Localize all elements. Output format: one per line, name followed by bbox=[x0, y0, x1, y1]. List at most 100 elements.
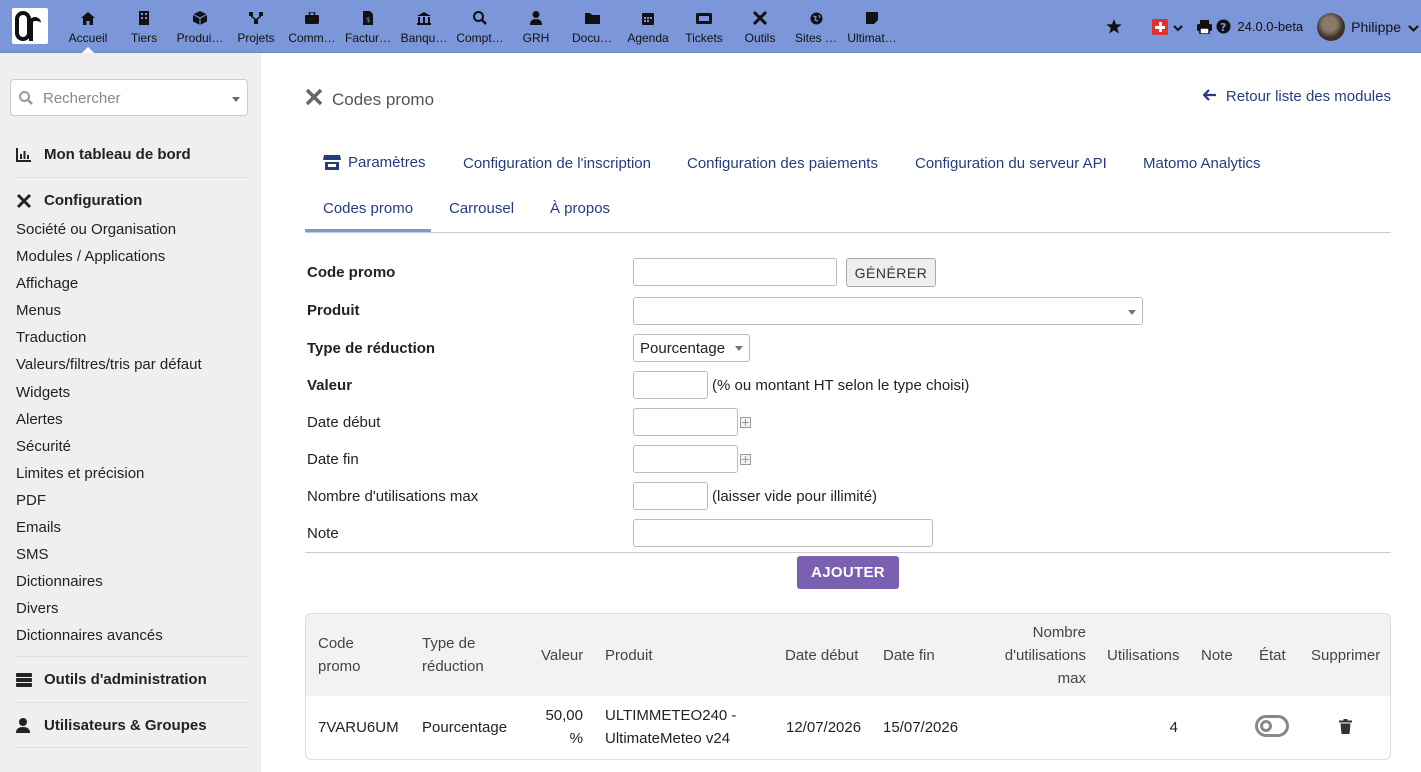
value-input[interactable] bbox=[633, 371, 708, 399]
sitemap-icon bbox=[249, 10, 263, 26]
th-end-date[interactable]: Date fin bbox=[883, 644, 935, 667]
print-icon[interactable] bbox=[1197, 19, 1213, 34]
sidebar-users-groups[interactable]: Utilisateurs & Groupes bbox=[16, 717, 207, 734]
nav-sites[interactable]: Sites … bbox=[788, 0, 844, 53]
sidebar-configuration-label: Configuration bbox=[44, 192, 143, 209]
nav-tickets[interactable]: Tickets bbox=[676, 0, 732, 53]
discount-type-select[interactable]: Pourcentage bbox=[633, 334, 750, 362]
state-toggle[interactable] bbox=[1255, 715, 1289, 737]
tab-config-paiements[interactable]: Configuration des paiements bbox=[687, 155, 878, 172]
cell-product[interactable]: ULTIMMETEO240 - UltimateMeteo v24 bbox=[605, 704, 736, 750]
sidebar-item-traduction[interactable]: Traduction bbox=[16, 329, 86, 346]
sidebar-item-dictionnaires-avances[interactable]: Dictionnaires avancés bbox=[16, 627, 163, 644]
nav-banques[interactable]: Banqu… bbox=[396, 0, 452, 53]
generate-button[interactable]: GÉNÉRER bbox=[846, 258, 936, 287]
top-right-tools: ? 24.0.0-beta Philippe bbox=[1096, 0, 1421, 53]
sidebar-item-securite[interactable]: Sécurité bbox=[16, 438, 71, 455]
sidebar-users-groups-label: Utilisateurs & Groupes bbox=[44, 717, 207, 734]
tab-config-inscription[interactable]: Configuration de l'inscription bbox=[463, 155, 651, 172]
search-dollar-icon bbox=[473, 10, 487, 26]
nav-label: Ultimat… bbox=[847, 31, 897, 45]
app-logo[interactable] bbox=[12, 8, 48, 44]
nav-projets[interactable]: Projets bbox=[228, 0, 284, 53]
trash-icon[interactable] bbox=[1339, 719, 1352, 737]
sidebar-item-divers[interactable]: Divers bbox=[16, 600, 59, 617]
th-state[interactable]: État bbox=[1259, 644, 1286, 667]
th-code[interactable]: Code promo bbox=[318, 632, 361, 678]
nav-label: Docu… bbox=[571, 31, 612, 45]
tab-config-api[interactable]: Configuration du serveur API bbox=[915, 155, 1107, 172]
page-title: Codes promo bbox=[305, 88, 434, 111]
sidebar-item-affichage[interactable]: Affichage bbox=[16, 275, 78, 292]
bank-icon bbox=[417, 10, 431, 26]
nav-outils[interactable]: Outils bbox=[732, 0, 788, 53]
nav-tiers[interactable]: Tiers bbox=[116, 0, 172, 53]
cell-start-date: 12/07/2026 bbox=[786, 719, 862, 736]
code-promo-input[interactable] bbox=[633, 258, 837, 286]
tab-parametres[interactable]: Paramètres bbox=[323, 154, 426, 171]
sidebar-item-alertes[interactable]: Alertes bbox=[16, 411, 63, 428]
tab-matomo[interactable]: Matomo Analytics bbox=[1143, 155, 1261, 172]
language-selector[interactable] bbox=[1152, 18, 1184, 35]
th-uses[interactable]: Utilisations bbox=[1107, 644, 1180, 667]
nav-accueil[interactable]: Accueil bbox=[60, 0, 116, 53]
th-product[interactable]: Produit bbox=[605, 644, 653, 667]
value-label: Valeur bbox=[307, 377, 353, 394]
sidebar-item-sms[interactable]: SMS bbox=[16, 546, 49, 563]
sidebar-item-emails[interactable]: Emails bbox=[16, 519, 61, 536]
sidebar-admin-tools[interactable]: Outils d'administration bbox=[16, 671, 207, 688]
sidebar-item-modules[interactable]: Modules / Applications bbox=[16, 248, 165, 265]
nav-produits[interactable]: Produi… bbox=[172, 0, 228, 53]
user-name[interactable]: Philippe bbox=[1351, 19, 1401, 35]
avatar[interactable] bbox=[1317, 12, 1346, 41]
sidebar-item-pdf[interactable]: PDF bbox=[16, 492, 46, 509]
th-type[interactable]: Type de réduction bbox=[422, 632, 484, 678]
add-button[interactable]: AJOUTER bbox=[797, 556, 899, 589]
nav-label: Tiers bbox=[130, 31, 158, 45]
nav-agenda[interactable]: Agenda bbox=[620, 0, 676, 53]
sidebar-dashboard[interactable]: Mon tableau de bord bbox=[16, 146, 191, 163]
calendar-icon[interactable] bbox=[740, 454, 751, 465]
nav-comptabilite[interactable]: Compt… bbox=[452, 0, 508, 53]
nav-documents[interactable]: Docu… bbox=[564, 0, 620, 53]
tab-a-propos[interactable]: À propos bbox=[550, 200, 610, 217]
calendar-icon[interactable] bbox=[740, 417, 751, 428]
arrow-left-icon bbox=[1202, 88, 1217, 105]
tab-carrousel[interactable]: Carrousel bbox=[449, 200, 514, 217]
nav-label: Compt… bbox=[456, 31, 504, 45]
chevron-down-icon[interactable] bbox=[1408, 19, 1419, 35]
max-uses-input[interactable] bbox=[633, 482, 708, 510]
nav-facturation[interactable]: $ Factur… bbox=[340, 0, 396, 53]
th-value[interactable]: Valeur bbox=[541, 644, 583, 667]
bookmark-star-icon[interactable] bbox=[1106, 19, 1122, 34]
th-start-date[interactable]: Date début bbox=[785, 644, 858, 667]
help-icon[interactable]: ? bbox=[1216, 19, 1231, 34]
start-date-input[interactable] bbox=[633, 408, 738, 436]
nav-ultimate[interactable]: Ultimat… bbox=[844, 0, 900, 53]
th-note[interactable]: Note bbox=[1201, 644, 1233, 667]
end-date-input[interactable] bbox=[633, 445, 738, 473]
sidebar-item-limites[interactable]: Limites et précision bbox=[16, 465, 144, 482]
sidebar-item-valeurs-defaut[interactable]: Valeurs/filtres/tris par défaut bbox=[16, 356, 202, 373]
divider bbox=[16, 177, 248, 178]
sidebar-item-dictionnaires[interactable]: Dictionnaires bbox=[16, 573, 103, 590]
search-input[interactable]: Rechercher bbox=[10, 79, 248, 116]
nav-commercial[interactable]: Comm… bbox=[284, 0, 340, 53]
sidebar-item-societe[interactable]: Société ou Organisation bbox=[16, 221, 176, 238]
page-title-text: Codes promo bbox=[332, 89, 435, 109]
sidebar-item-widgets[interactable]: Widgets bbox=[16, 384, 70, 401]
th-max-uses[interactable]: Nombre d'utilisations max bbox=[1005, 621, 1086, 690]
sticky-note-icon bbox=[866, 10, 878, 26]
nav-label: Tickets bbox=[685, 31, 723, 45]
sidebar-configuration[interactable]: Configuration bbox=[16, 192, 142, 209]
product-select[interactable] bbox=[633, 297, 1143, 325]
back-to-modules-link[interactable]: Retour liste des modules bbox=[1202, 88, 1391, 105]
home-icon bbox=[81, 10, 95, 26]
th-max-l2: d'utilisations bbox=[1004, 647, 1086, 664]
sidebar-item-menus[interactable]: Menus bbox=[16, 302, 61, 319]
start-date-label: Date début bbox=[307, 414, 381, 431]
th-type-l2: réduction bbox=[422, 658, 484, 675]
note-input[interactable] bbox=[633, 519, 933, 547]
nav-grh[interactable]: GRH bbox=[508, 0, 564, 53]
tab-codes-promo[interactable]: Codes promo bbox=[323, 200, 413, 217]
